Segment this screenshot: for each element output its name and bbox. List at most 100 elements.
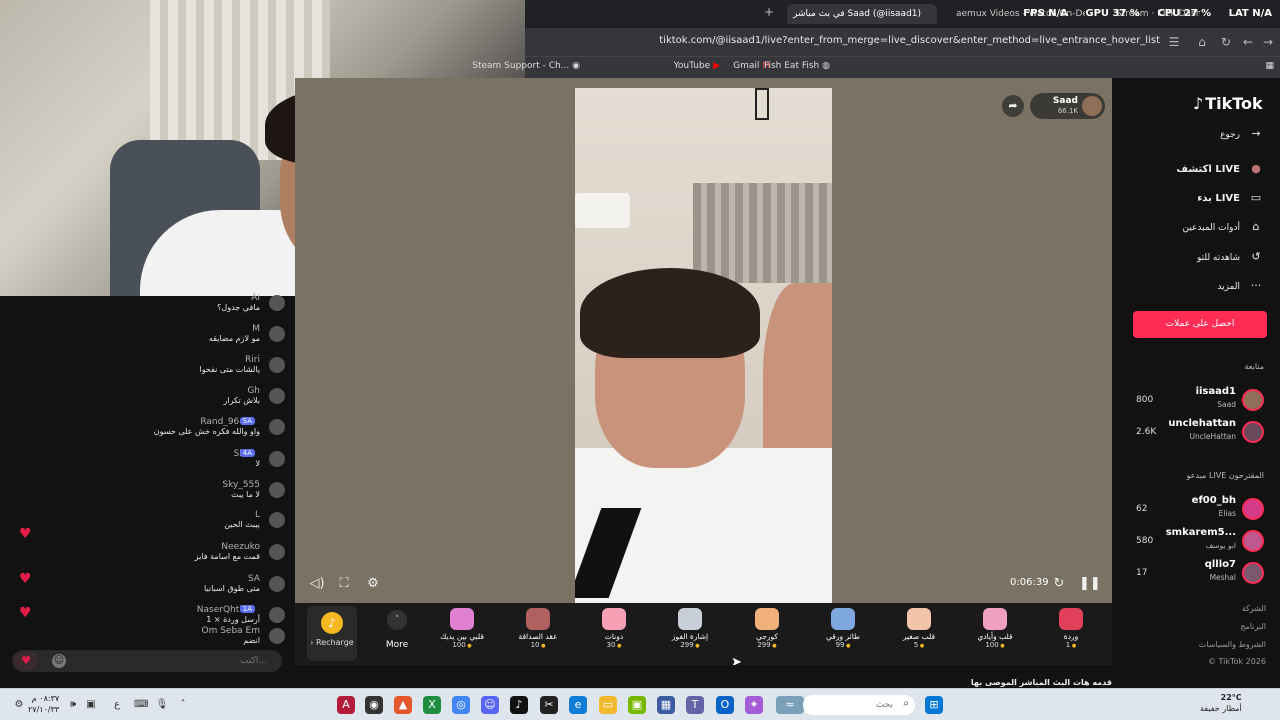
chat-username[interactable]: L xyxy=(0,510,285,520)
footer-link[interactable]: الشروط والسياسات xyxy=(1199,640,1266,649)
sidebar-item-discover-live[interactable]: اكتشف LIVE ● xyxy=(1176,162,1264,180)
chat-avatar[interactable] xyxy=(269,419,285,435)
app-icon-tiktok[interactable]: ♪ xyxy=(510,696,528,714)
tab-tiktok-live[interactable]: في بث مباشر Saad (@iisaad1) xyxy=(787,4,937,24)
app-icon-outlook[interactable]: O xyxy=(716,696,734,714)
live-video-player[interactable] xyxy=(295,78,1112,603)
settings-gear-icon[interactable]: ⚙ xyxy=(364,575,382,593)
gift-item[interactable]: كورجي 299 xyxy=(737,608,797,649)
chat-username[interactable]: SA xyxy=(0,574,285,584)
chat-username[interactable]: AI xyxy=(0,293,285,303)
suggested-account[interactable]: 17 qlllo7 Meshal xyxy=(1130,559,1270,589)
app-icon-edge[interactable]: e xyxy=(569,696,587,714)
chat-avatar[interactable] xyxy=(269,628,285,644)
tiktok-logo[interactable]: TikTok xyxy=(1193,94,1262,113)
gift-item[interactable]: دونات 30 xyxy=(584,608,644,649)
chat-username[interactable]: Sky_555 xyxy=(0,480,285,490)
forward-icon[interactable]: ← xyxy=(1240,34,1256,50)
app-icon-brave[interactable]: ▲ xyxy=(394,696,412,714)
host-card[interactable]: Saad 66.1K xyxy=(1030,93,1105,119)
chat-username[interactable]: Neezuko xyxy=(0,542,285,552)
suggested-account[interactable]: 580 smkarem5... ابو يوسف xyxy=(1130,527,1270,557)
tray-chevron-icon[interactable]: ˄ xyxy=(176,698,190,712)
gift-item[interactable]: إشارة الفوز 299 xyxy=(660,608,720,649)
following-account[interactable]: 800 iisaad1 Saad xyxy=(1130,386,1270,416)
chat-avatar[interactable] xyxy=(269,357,285,373)
app-icon-calculator[interactable]: ▦ xyxy=(657,696,675,714)
chat-avatar[interactable] xyxy=(269,576,285,592)
chat-avatar[interactable] xyxy=(269,451,285,467)
bookmark-steam[interactable]: Steam Support - Ch... ◉ xyxy=(472,61,580,71)
bookmark-fish-eat-fish[interactable]: Fish Eat Fish ◍ xyxy=(764,61,830,71)
app-icon-excel[interactable]: X xyxy=(423,696,441,714)
gift-item[interactable]: طائر ورقي 99 xyxy=(813,608,873,649)
chat-avatar[interactable] xyxy=(269,544,285,560)
microphone-icon[interactable]: 🎙 xyxy=(155,698,169,712)
share-icon[interactable]: ➦ xyxy=(1002,95,1024,117)
app-icon-chrome[interactable]: ◎ xyxy=(452,696,470,714)
sidebar-item-more[interactable]: المزيد ··· xyxy=(1217,279,1264,297)
chat-username[interactable]: M xyxy=(0,324,285,334)
recharge-button[interactable]: ♪ › Recharge xyxy=(307,606,357,661)
back-icon[interactable]: → xyxy=(1260,34,1276,50)
pause-icon[interactable]: ❚❚ xyxy=(1079,575,1101,593)
more-gifts-button[interactable]: ˄ More xyxy=(383,610,411,650)
chat-avatar[interactable] xyxy=(269,295,285,311)
gift-item[interactable]: وردة 1 xyxy=(1041,608,1101,649)
chat-avatar[interactable] xyxy=(269,326,285,342)
keyboard-icon[interactable]: ⌨ xyxy=(134,698,148,712)
url-text[interactable]: tiktok.com/@iisaad1/live?enter_from_merg… xyxy=(659,35,1160,46)
chat-avatar[interactable] xyxy=(269,388,285,404)
emoji-icon[interactable]: ☺ xyxy=(52,654,66,668)
language-indicator[interactable]: ع xyxy=(110,698,124,712)
chat-avatar[interactable] xyxy=(269,512,285,528)
app-icon-file-explorer[interactable]: ▭ xyxy=(599,696,617,714)
app-icon-nvidia[interactable]: ▣ xyxy=(628,696,646,714)
app-icon-copilot[interactable]: ✦ xyxy=(745,696,763,714)
speaker-icon[interactable]: 🕪 xyxy=(66,698,80,712)
bookmark-youtube[interactable]: YouTube ▶ xyxy=(674,61,720,71)
refresh-icon[interactable]: ↻ xyxy=(1050,575,1068,593)
app-icon-capcut[interactable]: ✂ xyxy=(540,696,558,714)
chat-input[interactable] xyxy=(67,652,267,670)
gift-price: 100 xyxy=(965,641,1025,649)
footer-link[interactable]: الشركة xyxy=(1242,604,1266,613)
following-account[interactable]: 2.6K unclehattan UncleHattan xyxy=(1130,418,1270,448)
network-icon[interactable]: ▣ xyxy=(84,698,98,712)
chat-avatar[interactable] xyxy=(269,607,285,623)
app-icon-discord[interactable]: ☺ xyxy=(481,696,499,714)
fps-stat: FPS N/A xyxy=(1023,8,1068,19)
taskbar-clock[interactable]: ٠٨:٣٧ م ٢٧/١٠/٣٣ xyxy=(28,693,59,715)
new-tab-icon[interactable]: + xyxy=(761,4,777,20)
gift-item[interactable]: قلبي بين يديك 100 xyxy=(432,608,492,649)
app-icon-game[interactable]: ≈ xyxy=(776,696,804,714)
suggested-account[interactable]: 62 ef00_bh Elias xyxy=(1130,495,1270,525)
volume-icon[interactable]: ◁) xyxy=(308,575,326,593)
app-icon-adobe[interactable]: A xyxy=(337,696,355,714)
chat-avatar[interactable] xyxy=(269,482,285,498)
windows-start-icon[interactable]: ⊞ xyxy=(925,696,943,714)
chat-username[interactable]: Gh xyxy=(0,386,285,396)
back-link[interactable]: رجوع → xyxy=(1220,127,1264,145)
gift-item[interactable]: قلب وأيادي 100 xyxy=(965,608,1025,649)
chat-username[interactable]: Om Seba Em xyxy=(0,626,285,636)
fullscreen-icon[interactable]: ⛶ xyxy=(335,575,353,593)
reload-icon[interactable]: ↻ xyxy=(1218,34,1234,50)
home-icon[interactable]: ⌂ xyxy=(1194,34,1210,50)
gift-item[interactable]: عقد الصداقة 10 xyxy=(508,608,568,649)
sidebar-item-creator-tools[interactable]: أدوات المبدعين ⌂ xyxy=(1182,220,1264,238)
footer-link[interactable]: البرنامج xyxy=(1240,622,1266,631)
app-icon-obs[interactable]: ◉ xyxy=(365,696,383,714)
bookmarks-menu-icon[interactable]: ▦ xyxy=(1265,61,1274,71)
like-heart-button[interactable]: ♥ xyxy=(14,652,38,670)
get-coins-button[interactable]: احصل على عملات xyxy=(1133,311,1267,338)
sidebar-item-camera[interactable]: بدء LIVE ▭ xyxy=(1197,191,1264,209)
chat-username[interactable]: Riri xyxy=(0,355,285,365)
taskbar-search-input[interactable] xyxy=(811,697,893,713)
settings-tray-icon[interactable]: ⚙ xyxy=(12,698,26,712)
gift-item[interactable]: قلب صغير 5 xyxy=(889,608,949,649)
sidebar-item-history[interactable]: شاهدته للتو ↺ xyxy=(1197,250,1264,268)
taskbar-weather[interactable]: 22°C أمطار خفيفة xyxy=(1200,692,1242,714)
site-settings-icon[interactable]: ☰ xyxy=(1166,34,1182,50)
app-icon-teams[interactable]: T xyxy=(686,696,704,714)
